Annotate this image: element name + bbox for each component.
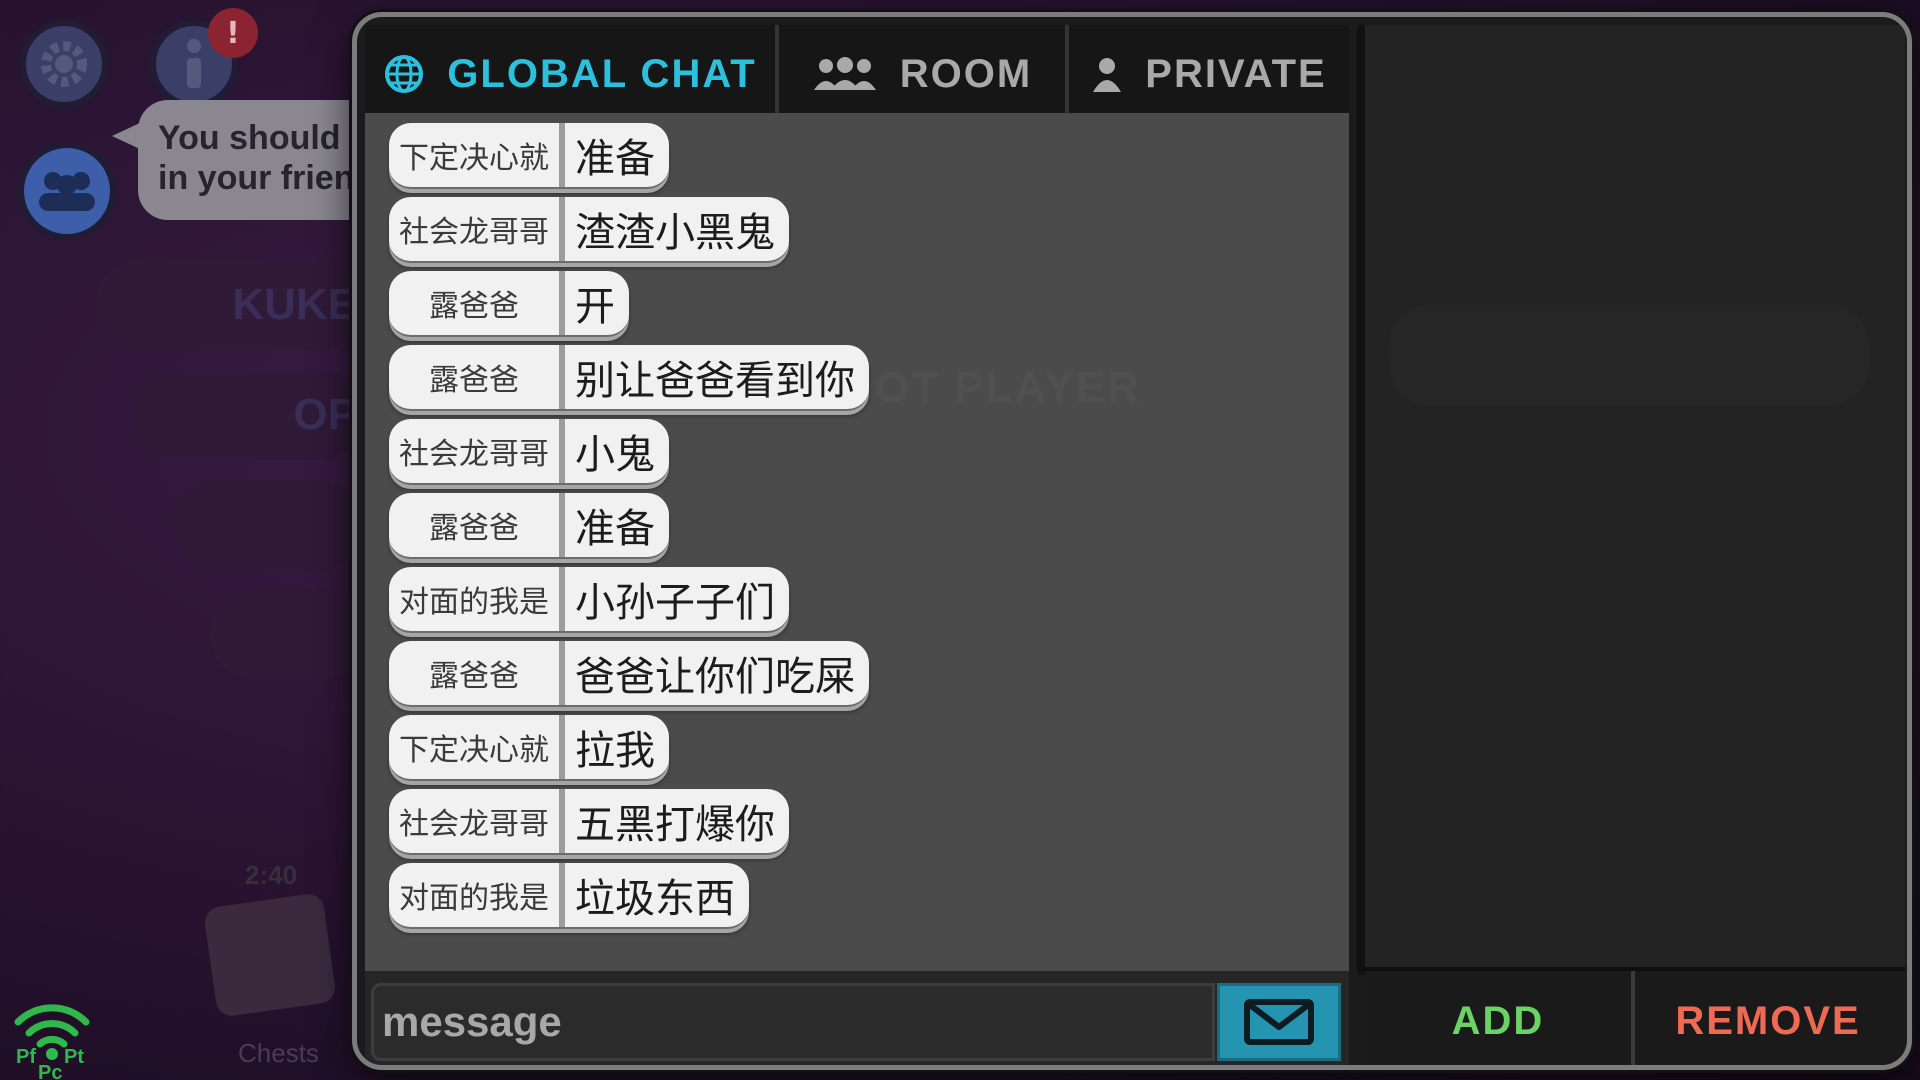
person-icon [1093, 58, 1122, 92]
background-pill-1: KUKE [95, 260, 365, 350]
message-text: 开 [575, 284, 615, 330]
side-panel-ghost [1389, 305, 1869, 405]
chat-modal: GLOBAL CHAT ROOM PRIVATE 下定决心就 准备 社会龙哥哥 … [352, 12, 1912, 1070]
connection-label-left: Pf [16, 1046, 36, 1068]
message-text: 准备 [575, 506, 655, 552]
send-button[interactable] [1217, 983, 1341, 1061]
friends-icon [39, 172, 95, 211]
envelope-icon [1244, 999, 1314, 1045]
tab-room-label: ROOM [899, 51, 1033, 96]
message-username[interactable]: 对面的我是 [389, 863, 565, 927]
message-text: 五黑打爆你 [575, 802, 775, 848]
message-username[interactable]: 露爸爸 [389, 641, 565, 705]
tab-private[interactable]: PRIVATE [1069, 25, 1349, 123]
background-pill-2: OP [130, 370, 365, 460]
message-text: 拉我 [575, 728, 655, 774]
message-text: 爸爸让你们吃屎 [575, 654, 855, 700]
background-ghost-text: OT PLAYER [875, 363, 1141, 412]
message-text: 小鬼 [575, 432, 655, 478]
message-username[interactable]: 露爸爸 [389, 271, 565, 335]
tab-private-label: PRIVATE [1145, 51, 1327, 96]
tab-room[interactable]: ROOM [779, 25, 1069, 123]
background-pill-4 [210, 590, 365, 680]
message-username[interactable]: 下定决心就 [389, 715, 565, 779]
info-icon [187, 39, 201, 88]
message-text: 准备 [575, 136, 655, 182]
chat-message: 露爸爸 爸爸让你们吃屎 [389, 641, 869, 707]
chest-icon [202, 892, 338, 1018]
message-username[interactable]: 下定决心就 [389, 123, 565, 187]
friend-tooltip: You should ad in your friend [138, 100, 378, 220]
chat-message: 社会龙哥哥 小鬼 [389, 419, 669, 485]
action-bar: ADD REMOVE [1365, 967, 1905, 1065]
chests-label: Chests [238, 1038, 319, 1068]
chest-timer: 2:40 [245, 860, 298, 890]
alert-badge: ! [208, 8, 258, 58]
friends-button [18, 142, 116, 240]
chat-tabs: GLOBAL CHAT ROOM PRIVATE [365, 25, 1349, 123]
message-username[interactable]: 对面的我是 [389, 567, 565, 631]
message-username[interactable]: 露爸爸 [389, 493, 565, 557]
chat-message: 下定决心就 拉我 [389, 715, 669, 781]
tooltip-line-1: You should ad [158, 119, 378, 157]
group-icon [813, 57, 876, 90]
globe-icon [385, 55, 424, 93]
background-pill-3 [170, 480, 365, 570]
chat-message: 对面的我是 小孙子子们 [389, 567, 789, 633]
tab-global-chat[interactable]: GLOBAL CHAT [365, 25, 779, 123]
message-compose-bar [365, 971, 1349, 1065]
message-text: 小孙子子们 [575, 580, 775, 626]
message-text: 别让爸爸看到你 [575, 358, 855, 404]
chat-message: 下定决心就 准备 [389, 123, 669, 189]
chat-message: 社会龙哥哥 渣渣小黑鬼 [389, 197, 789, 263]
gear-icon [41, 41, 87, 87]
message-username[interactable]: 社会龙哥哥 [389, 197, 565, 261]
background-pill-text: OP [293, 390, 357, 439]
connection-label-bottom: Pc [38, 1062, 63, 1080]
tab-global-chat-label: GLOBAL CHAT [447, 51, 757, 96]
chat-message: 社会龙哥哥 五黑打爆你 [389, 789, 789, 855]
chat-message: 露爸爸 开 [389, 271, 629, 337]
message-username[interactable]: 露爸爸 [389, 345, 565, 409]
chat-message: 对面的我是 垃圾东西 [389, 863, 749, 929]
message-text: 渣渣小黑鬼 [575, 210, 775, 256]
add-button[interactable]: ADD [1365, 971, 1635, 1065]
message-text: 垃圾东西 [575, 876, 735, 922]
chat-message-list[interactable]: 下定决心就 准备 社会龙哥哥 渣渣小黑鬼 露爸爸 开 露爸爸 别让爸爸看到你 社… [365, 113, 1349, 971]
background-pill-text: KUKE [232, 280, 357, 329]
remove-button[interactable]: REMOVE [1635, 971, 1901, 1065]
message-username[interactable]: 社会龙哥哥 [389, 419, 565, 483]
message-input[interactable] [371, 983, 1215, 1061]
tooltip-line-2: in your friend [158, 159, 376, 197]
chat-message: 露爸爸 准备 [389, 493, 669, 559]
message-username[interactable]: 社会龙哥哥 [389, 789, 565, 853]
settings-button [20, 20, 108, 108]
connection-label-right: Pt [64, 1046, 84, 1068]
chat-message: 露爸爸 别让爸爸看到你 [389, 345, 869, 411]
side-panel [1357, 25, 1905, 975]
